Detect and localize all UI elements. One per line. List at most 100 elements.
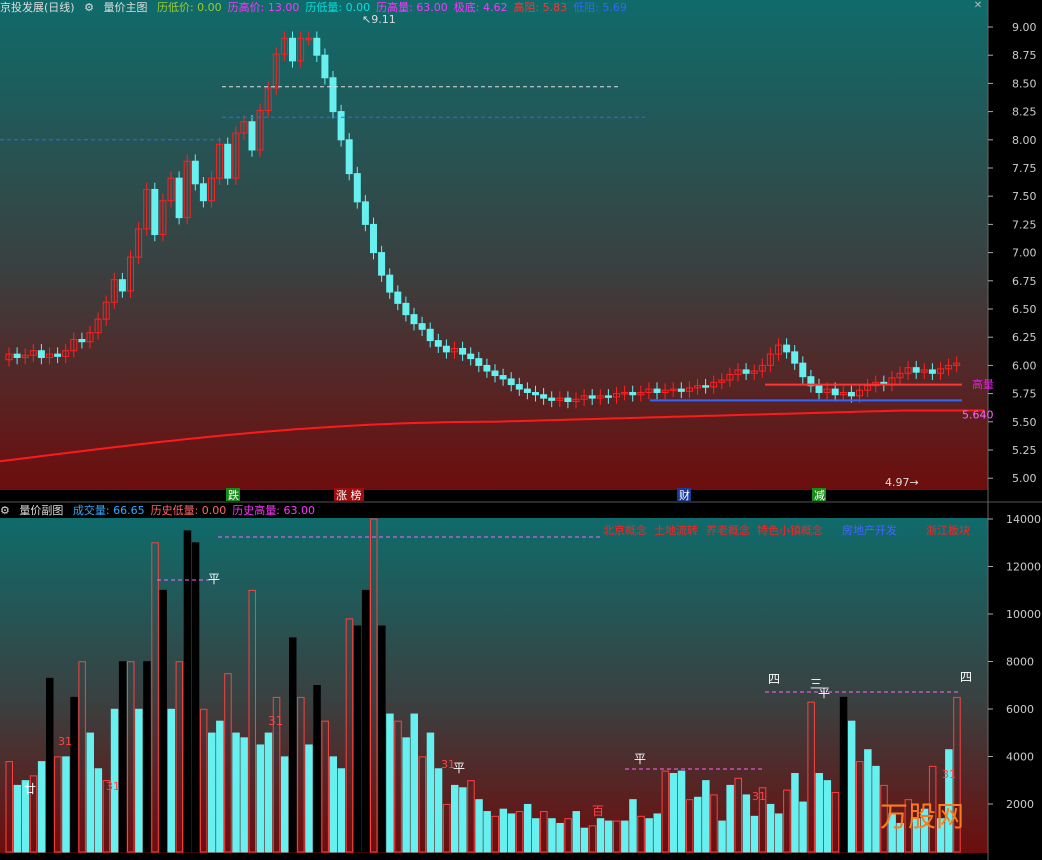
vol-mark: 平 — [208, 572, 220, 586]
brand-logo: 万股网 — [880, 800, 964, 833]
stat-item: 历高量: 63.00 — [376, 1, 448, 14]
candle-body — [402, 302, 410, 316]
vol-mark-num: 31 — [752, 790, 766, 803]
stat-item: 历史低量: 0.00 — [150, 504, 227, 517]
volume-bar — [718, 820, 726, 853]
close-panel-icon[interactable]: ✕ — [972, 0, 984, 12]
volume-bar — [694, 796, 702, 853]
low-label: 4.97→ — [885, 476, 919, 489]
volume-bar — [378, 625, 386, 853]
concept-label: 房地产开发 — [842, 523, 897, 537]
sub-stats: 成交量: 66.65 历史低量: 0.00 历史高量: 63.00 — [73, 504, 321, 517]
volume-bar — [799, 801, 807, 853]
volume-bar — [434, 768, 443, 853]
chart-canvas: ↖9.114.97→高量5.640跌涨 榜财减 北京概念 土地流转 养老概念 特色小镇… — [0, 0, 1042, 860]
stat-item: 历高价: 13.00 — [227, 1, 300, 14]
volume-bar — [240, 737, 248, 853]
main-panel-header: 京投发展(日线) ⚙ 量价主图 历低价: 0.00 历高价: 13.00 历低量: … — [0, 0, 988, 15]
candle-body — [191, 160, 199, 185]
candle-body — [515, 384, 523, 390]
candle-body — [491, 370, 499, 377]
volume-bar — [256, 744, 265, 853]
main-panel-bg — [0, 0, 988, 490]
stat-item: 历史高量: 63.00 — [232, 504, 315, 517]
candle-body — [548, 397, 556, 401]
volume-bar — [402, 737, 410, 853]
vol-mark: 四 — [768, 672, 780, 686]
gear-icon[interactable]: ⚙ — [84, 1, 94, 14]
main-stats: 历低价: 0.00 历高价: 13.00 历低量: 0.00 历高量: 63.00 极底… — [157, 1, 633, 14]
candle-body — [467, 353, 475, 360]
volume-bar — [847, 720, 856, 853]
candle-body — [361, 201, 369, 225]
right-val-label: 5.640 — [962, 408, 994, 421]
volume-bar — [159, 589, 167, 853]
volume-bar — [280, 756, 289, 853]
candle-body — [847, 391, 855, 397]
volume-bar — [135, 708, 143, 853]
volume-bar — [702, 780, 710, 853]
concept-label: 特色小镇概念 — [757, 523, 823, 537]
stat-item: 历低价: 0.00 — [156, 1, 222, 14]
volume-bar — [337, 768, 346, 853]
candle-body — [459, 347, 467, 355]
price-tick-label: 8.75 — [1012, 49, 1037, 62]
price-tick-label: 5.25 — [1012, 444, 1037, 457]
candle-body — [831, 388, 839, 396]
volume-bar — [118, 661, 127, 853]
vol-mark: 廿 — [24, 782, 36, 796]
candle-body — [410, 314, 418, 325]
volume-bar — [451, 784, 459, 853]
candle-body — [386, 274, 394, 293]
stock-title: 京投发展(日线) — [0, 1, 75, 14]
volume-bar — [167, 708, 175, 853]
candle-body — [815, 385, 823, 393]
candle-body — [118, 279, 126, 292]
candle-body — [475, 358, 483, 366]
stat-item: 高阻: 5.83 — [513, 1, 568, 14]
vol-mark-num: 31 — [106, 780, 120, 793]
sub-panel-name: 量价副图 — [19, 504, 64, 517]
right-top-label: 高量 — [972, 377, 994, 391]
volume-bar — [459, 787, 467, 853]
price-tick-label: 8.00 — [1012, 134, 1037, 147]
concept-label: 北京概念 — [603, 523, 647, 537]
volume-bar — [143, 661, 151, 853]
candle-body — [442, 345, 450, 353]
vol-tick-label: 6000 — [1006, 703, 1034, 716]
volume-bar — [677, 770, 686, 853]
volume-bar — [191, 542, 200, 853]
price-tick-label: 5.50 — [1012, 416, 1037, 429]
volume-bar — [653, 813, 661, 853]
candle-body — [532, 391, 539, 396]
candle-body — [629, 391, 637, 396]
volume-bar — [232, 732, 240, 853]
volume-bar — [70, 696, 78, 853]
candle-body — [928, 369, 936, 374]
vol-tick-label: 10000 — [1006, 608, 1041, 621]
candle-body — [483, 364, 491, 372]
volume-bar — [556, 822, 564, 853]
price-tick-label: 5.00 — [1012, 472, 1037, 485]
candle-body — [653, 388, 661, 393]
candle-body — [394, 291, 402, 304]
volume-bar — [386, 713, 394, 853]
gear-icon[interactable]: ⚙ — [0, 504, 10, 517]
candle-body — [353, 173, 361, 203]
main-panel-name: 量价主图 — [103, 1, 148, 14]
candle-body — [151, 188, 159, 236]
vol-mark: 31 — [268, 714, 283, 728]
candle-body — [564, 397, 572, 402]
sub-panel-header: ⚙ 量价副图 成交量: 66.65 历史低量: 0.00 历史高量: 63.00 — [0, 503, 988, 518]
stat-item: 极底: 4.62 — [453, 1, 508, 14]
volume-bar — [46, 677, 54, 853]
volume-bar — [208, 732, 216, 853]
vol-tick-label: 2000 — [1006, 798, 1034, 811]
candle-body — [499, 375, 507, 380]
volume-bar — [523, 803, 532, 853]
candle-body — [78, 338, 86, 343]
volume-bar — [596, 818, 605, 853]
volume-bar — [305, 744, 313, 853]
price-tick-label: 7.50 — [1012, 190, 1037, 203]
price-tick-label: 8.25 — [1012, 106, 1037, 119]
